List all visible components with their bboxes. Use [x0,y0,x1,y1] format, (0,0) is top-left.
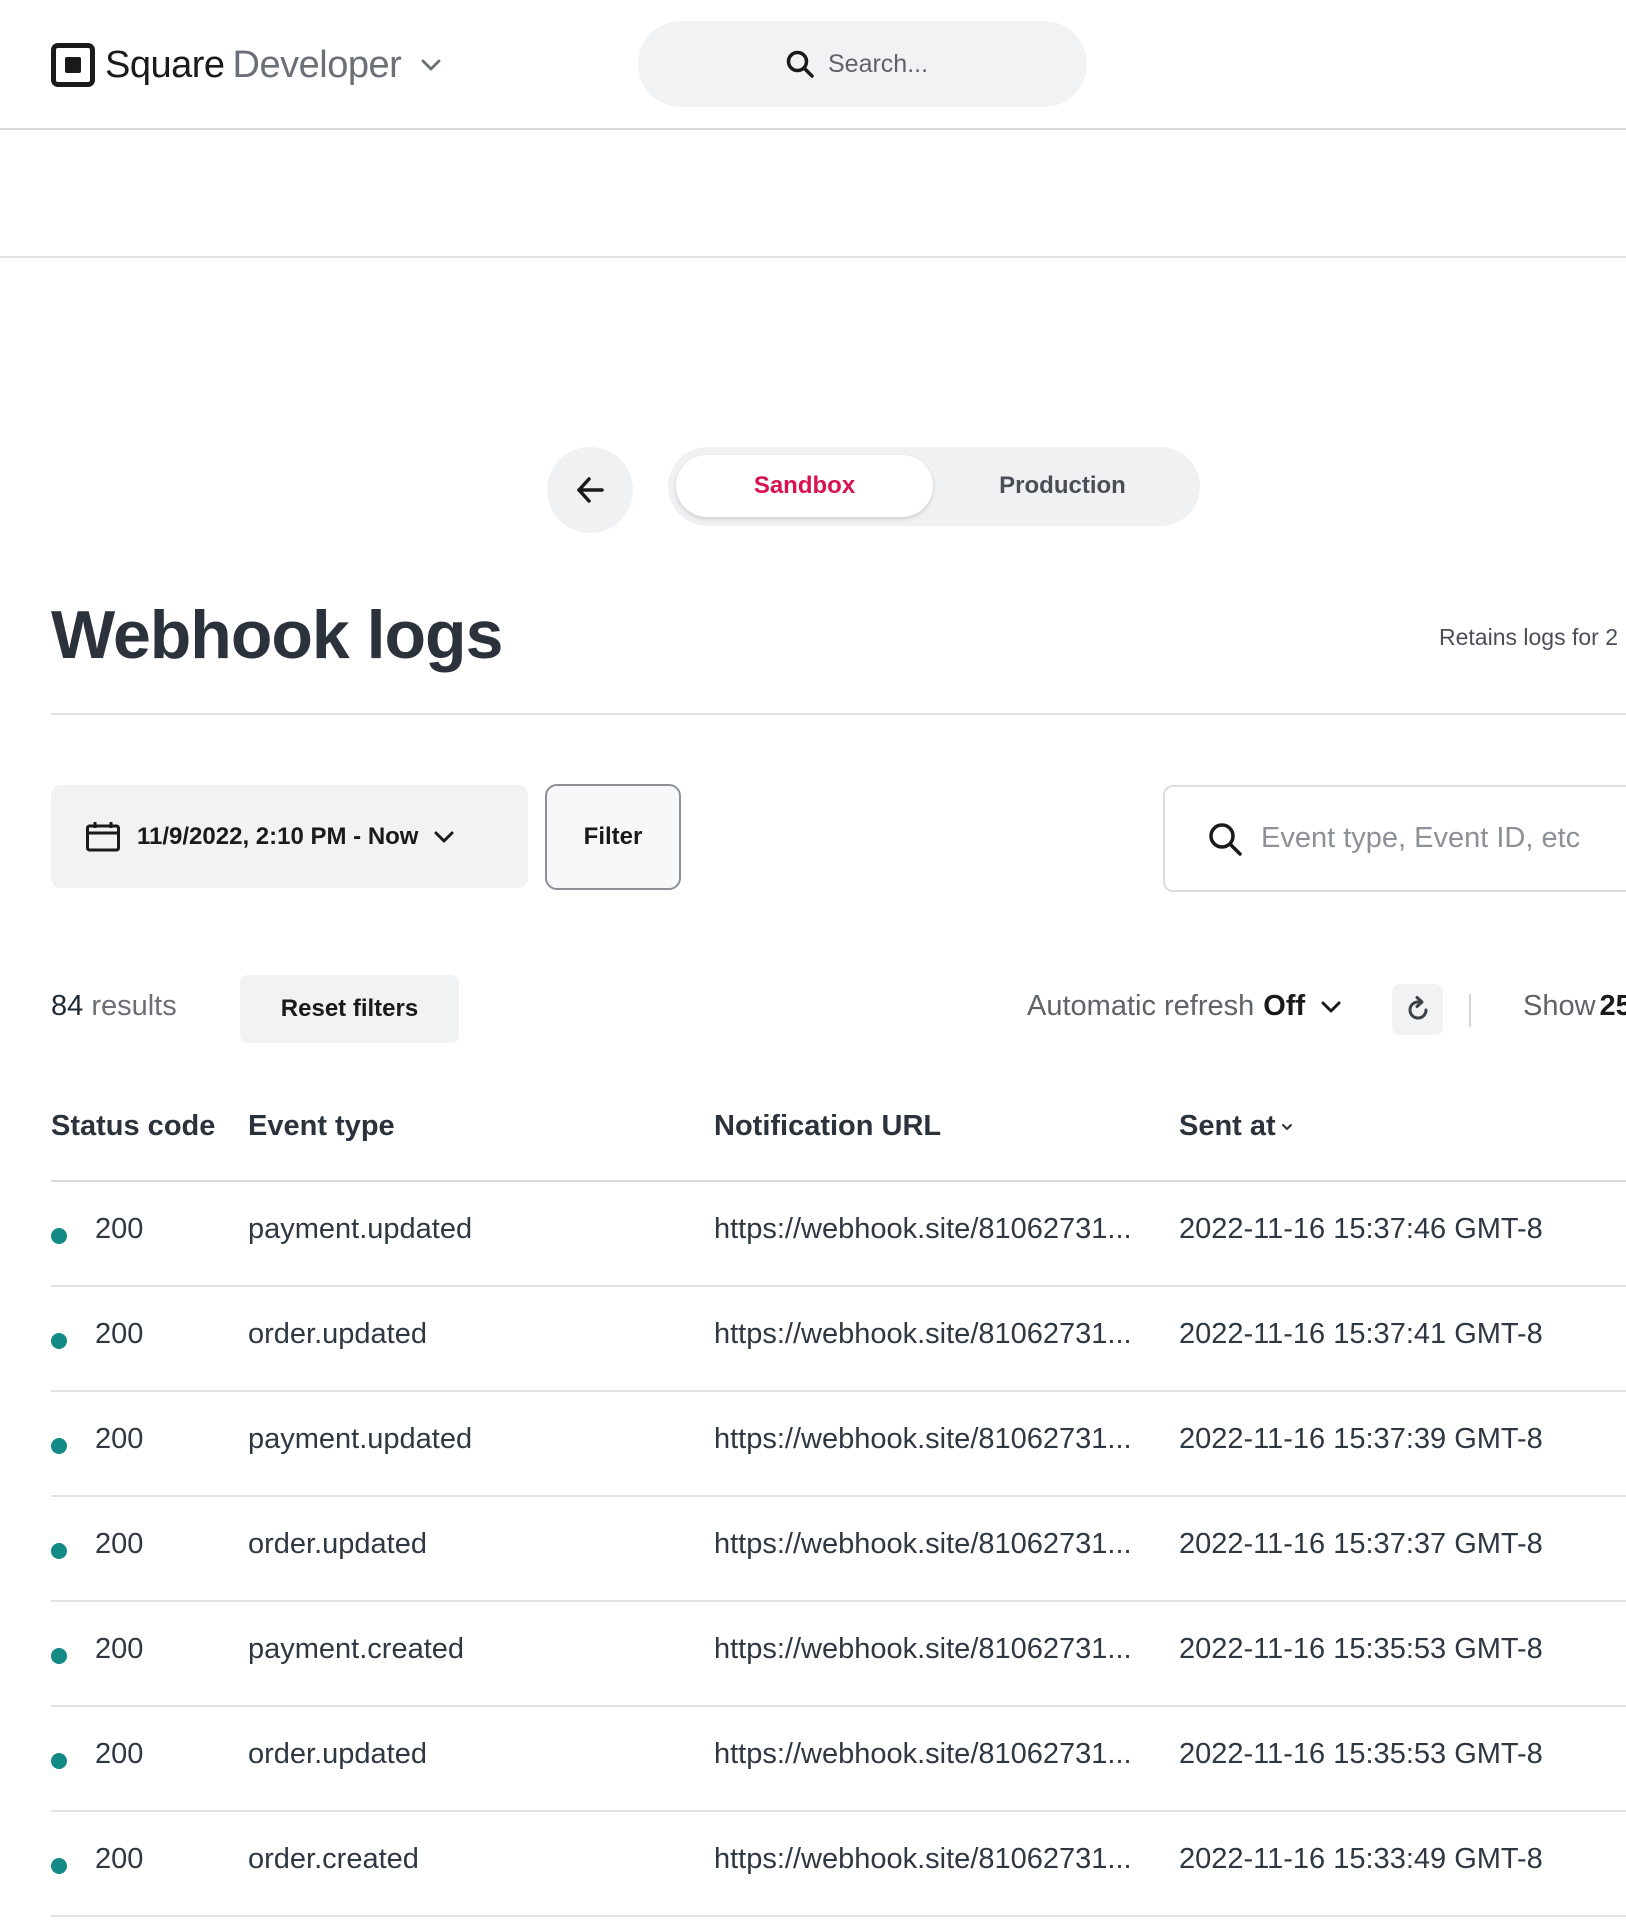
event-type-cell: order.created [248,1843,419,1875]
refresh-button[interactable] [1392,984,1443,1035]
search-icon [1209,822,1242,856]
back-button[interactable] [547,447,633,533]
status-code-cell: 200 [95,1633,144,1665]
tab-production[interactable]: Production [934,455,1191,517]
results-count: 84 results [51,990,177,1023]
column-event-type[interactable]: Event type [248,1110,395,1143]
status-code-cell: 200 [95,1738,144,1770]
top-header: Square Developer Search... [0,0,1626,130]
event-type-cell: payment.created [248,1633,465,1665]
reset-filters-button[interactable]: Reset filters [240,975,459,1043]
sent-at-cell: 2022-11-16 15:35:53 GMT-8 [1179,1633,1543,1665]
status-dot [51,1333,67,1349]
notification-url-cell: https://webhook.site/81062731... [714,1738,1132,1770]
status-code-cell: 200 [95,1213,144,1245]
status-dot [51,1543,67,1559]
calendar-icon [86,821,120,851]
table-row[interactable]: 200 payment.updated https://webhook.site… [51,1392,1626,1497]
column-sent-at[interactable]: Sent at [1179,1110,1294,1143]
search-icon [786,50,814,78]
status-code-cell: 200 [95,1318,144,1350]
status-code-cell: 200 [95,1423,144,1455]
notification-url-cell: https://webhook.site/81062731... [714,1528,1132,1560]
divider [1469,994,1471,1027]
arrow-left-icon [577,477,604,503]
page-title: Webhook logs [51,597,503,673]
table-row[interactable]: 200 order.updated https://webhook.site/8… [51,1497,1626,1602]
page-size-selector[interactable]: Show 25 [1523,990,1626,1023]
show-value: 25 [1599,990,1626,1022]
notification-url-cell: https://webhook.site/81062731... [714,1633,1132,1665]
table-header: Status code Event type Notification URL … [51,1100,1626,1182]
webhook-logs-table: Status code Event type Notification URL … [51,1100,1626,1917]
results-label: results [83,990,177,1022]
sent-at-cell: 2022-11-16 15:33:49 GMT-8 [1179,1843,1543,1875]
event-type-cell: payment.updated [248,1213,473,1245]
event-type-cell: order.updated [248,1528,427,1560]
status-dot [51,1858,67,1874]
date-range-label: 11/9/2022, 2:10 PM - Now [137,822,419,850]
event-type-cell: order.updated [248,1318,427,1350]
refresh-icon [1408,995,1427,1019]
table-row[interactable]: 200 order.updated https://webhook.site/8… [51,1707,1626,1812]
sent-at-cell: 2022-11-16 15:37:41 GMT-8 [1179,1318,1543,1350]
table-row[interactable]: 200 payment.created https://webhook.site… [51,1602,1626,1707]
notification-url-cell: https://webhook.site/81062731... [714,1843,1132,1875]
event-type-cell: order.updated [248,1738,427,1770]
sort-chevron-icon [1281,1124,1292,1131]
column-sent-at-label: Sent at [1179,1110,1276,1142]
auto-refresh-label: Automatic refresh [1027,990,1255,1022]
chevron-down-icon [1321,1001,1341,1012]
date-range-picker[interactable]: 11/9/2022, 2:10 PM - Now [51,785,528,888]
environment-toggle: Sandbox Production [668,447,1200,526]
status-dot [51,1753,67,1769]
sent-at-cell: 2022-11-16 15:37:46 GMT-8 [1179,1213,1543,1245]
notification-url-cell: https://webhook.site/81062731... [714,1318,1132,1350]
table-row[interactable]: 200 order.created https://webhook.site/8… [51,1812,1626,1917]
status-dot [51,1648,67,1664]
square-logo-icon [51,43,95,87]
table-row[interactable]: 200 order.updated https://webhook.site/8… [51,1287,1626,1392]
event-type-cell: payment.updated [248,1423,473,1455]
event-search-input[interactable] [1261,822,1626,855]
status-dot [51,1228,67,1244]
notification-url-cell: https://webhook.site/81062731... [714,1423,1132,1455]
column-notification-url[interactable]: Notification URL [714,1110,941,1143]
chevron-down-icon [434,831,454,842]
status-dot [51,1438,67,1454]
brand-square: Square [105,43,225,86]
global-search[interactable]: Search... [638,21,1087,107]
auto-refresh-dropdown[interactable]: Automatic refresh Off [1027,990,1343,1023]
divider [51,713,1626,715]
chevron-down-icon[interactable] [419,53,443,77]
column-status-code[interactable]: Status code [51,1110,215,1143]
results-number: 84 [51,990,84,1022]
show-label: Show [1523,990,1596,1022]
retention-note: Retains logs for 2 [1439,624,1618,650]
notification-url-cell: https://webhook.site/81062731... [714,1213,1132,1245]
table-row[interactable]: 200 payment.updated https://webhook.site… [51,1182,1626,1287]
tab-sandbox[interactable]: Sandbox [676,455,933,517]
sent-at-cell: 2022-11-16 15:37:37 GMT-8 [1179,1528,1543,1560]
filter-button[interactable]: Filter [545,784,681,890]
sent-at-cell: 2022-11-16 15:35:53 GMT-8 [1179,1738,1543,1770]
divider [0,256,1626,258]
status-code-cell: 200 [95,1843,144,1875]
auto-refresh-value: Off [1263,990,1306,1022]
sent-at-cell: 2022-11-16 15:37:39 GMT-8 [1179,1423,1543,1455]
event-search[interactable] [1163,785,1626,892]
square-developer-logo[interactable]: Square Developer [51,40,443,90]
global-search-placeholder: Search... [828,49,929,78]
brand-developer: Developer [232,43,402,86]
status-code-cell: 200 [95,1528,144,1560]
